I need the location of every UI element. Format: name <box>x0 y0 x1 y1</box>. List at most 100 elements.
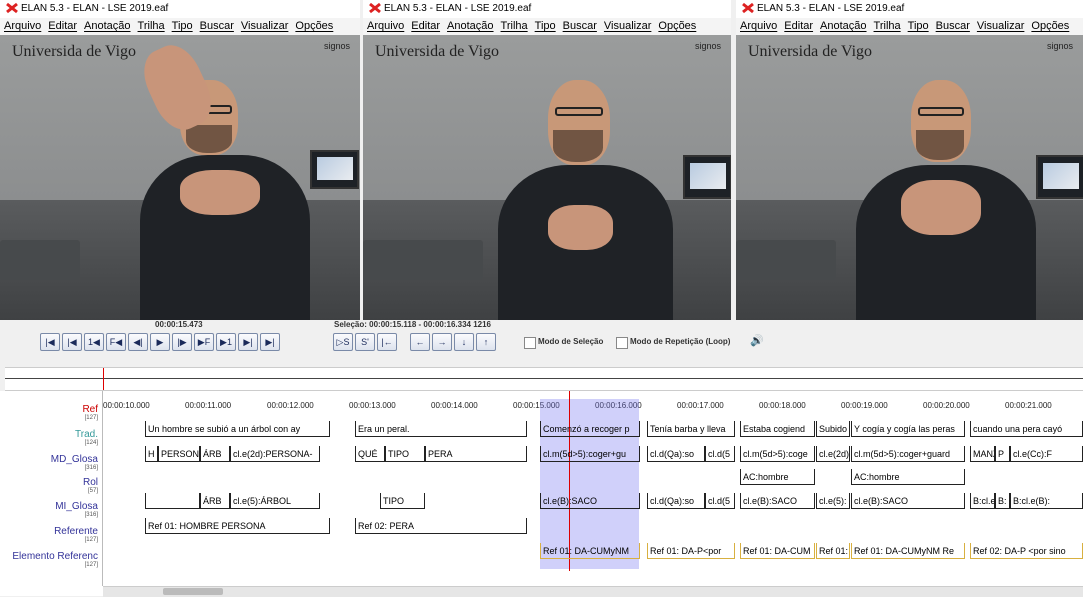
annotation-md[interactable]: cl.d(Qa):so <box>647 446 705 462</box>
transport-button[interactable]: ▶F <box>194 333 214 351</box>
annotation-md[interactable]: cl.e(2d) <box>816 446 850 462</box>
tier-name[interactable]: Ref [127] <box>82 404 98 421</box>
tier-name[interactable]: Trad. [124] <box>75 429 98 446</box>
go-to-selection-button[interactable]: |← <box>377 333 397 351</box>
menu-tipo[interactable]: Tipo <box>535 20 556 32</box>
annotation-mi[interactable]: ÁRB <box>200 493 230 509</box>
menu-trilha[interactable]: Trilha <box>138 20 165 32</box>
menu-buscar[interactable]: Buscar <box>200 20 234 32</box>
transport-button[interactable]: |◀ <box>40 333 60 351</box>
menu-editar[interactable]: Editar <box>411 20 440 32</box>
horizontal-scrollbar[interactable] <box>103 586 1083 597</box>
annotation-md[interactable]: P <box>995 446 1010 462</box>
annotation-md[interactable]: cl.m(5d>5):coger+guard <box>851 446 965 462</box>
annotation-trad[interactable]: Y cogía y cogía las peras <box>851 421 965 437</box>
menu-editar[interactable]: Editar <box>48 20 77 32</box>
annotation-trad[interactable]: Subido <box>816 421 850 437</box>
annotation-md[interactable]: cl.e(Cc):F <box>1010 446 1083 462</box>
annotation-rol[interactable]: AC:hombre <box>851 469 965 485</box>
tier-name[interactable]: MD_Glosa [316] <box>51 454 98 471</box>
transport-button[interactable]: ▶ <box>150 333 170 351</box>
transport-button[interactable]: ▶| <box>260 333 280 351</box>
up-arrow-button[interactable]: ↑ <box>476 333 496 351</box>
menu-buscar[interactable]: Buscar <box>563 20 597 32</box>
annotation-mi[interactable]: cl.d(5 <box>705 493 735 509</box>
annotation-md[interactable]: QUÉ <box>355 446 385 462</box>
annotation-md[interactable]: TIPO <box>385 446 425 462</box>
annotation-trad[interactable]: Era un peral. <box>355 421 527 437</box>
transport-button[interactable]: |◀ <box>62 333 82 351</box>
annotation-mi[interactable] <box>145 493 200 509</box>
annotation-mi[interactable]: cl.e(B):SACO <box>540 493 640 509</box>
play-selection-button[interactable]: ▷S <box>333 333 353 351</box>
tier-name[interactable]: Referente [127] <box>54 526 98 543</box>
menu-arquivo[interactable]: Arquivo <box>4 20 41 32</box>
annotation-trad[interactable]: Tenía barba y lleva <box>647 421 735 437</box>
annotation-elemento[interactable]: Ref 01: DA-CUMyNM <box>540 543 640 559</box>
tier-name[interactable]: Elemento Referenc [127] <box>12 551 98 568</box>
menu-visualizar[interactable]: Visualizar <box>241 20 289 32</box>
transport-button[interactable]: 1◀ <box>84 333 104 351</box>
loop-mode-checkbox[interactable] <box>616 337 628 349</box>
down-arrow-button[interactable]: ↓ <box>454 333 474 351</box>
menu-trilha[interactable]: Trilha <box>501 20 528 32</box>
annotation-mi[interactable]: B:cl.e(B): <box>1010 493 1083 509</box>
transport-button[interactable]: ◀| <box>128 333 148 351</box>
annotation-mi[interactable]: cl.e(5):ÁRBOL <box>230 493 320 509</box>
transport-button[interactable]: ▶1 <box>216 333 236 351</box>
annotation-mi[interactable]: cl.e(B):SACO <box>740 493 815 509</box>
annotation-elemento[interactable]: Ref 01: <box>816 543 850 559</box>
annotation-md[interactable]: H <box>145 446 158 462</box>
menu-opcoes[interactable]: Opções <box>658 20 696 32</box>
volume-icon[interactable]: 🔊 <box>750 334 764 347</box>
transport-button[interactable]: F◀ <box>106 333 126 351</box>
annotation-md[interactable]: ÁRB <box>200 446 230 462</box>
annotation-rol[interactable]: AC:hombre <box>740 469 815 485</box>
annotation-referente[interactable]: Ref 02: PERA <box>355 518 527 534</box>
annotation-mi[interactable]: B: <box>995 493 1010 509</box>
selection-mode-checkbox[interactable] <box>524 337 536 349</box>
right-arrow-button[interactable]: → <box>432 333 452 351</box>
annotation-trad[interactable]: cuando una pera cayó <box>970 421 1083 437</box>
transport-button[interactable]: ▶| <box>238 333 258 351</box>
menu-tipo[interactable]: Tipo <box>172 20 193 32</box>
menu-arquivo[interactable]: Arquivo <box>367 20 404 32</box>
annotation-md[interactable]: PERSON <box>158 446 200 462</box>
annotation-mi[interactable]: cl.e(5): <box>816 493 850 509</box>
menu-anotacao[interactable]: Anotação <box>447 20 493 32</box>
annotation-mi[interactable]: cl.d(Qa):so <box>647 493 705 509</box>
annotation-md[interactable]: PERA <box>425 446 527 462</box>
left-arrow-button[interactable]: ← <box>410 333 430 351</box>
tier-name[interactable]: MI_Glosa [316] <box>55 501 98 518</box>
menu-visualizar[interactable]: Visualizar <box>604 20 652 32</box>
transport-button[interactable]: |▶ <box>172 333 192 351</box>
annotation-md[interactable]: MANZ- <box>970 446 995 462</box>
annotation-elemento[interactable]: Ref 01: DA-CUMyNM Re <box>851 543 965 559</box>
annotation-md[interactable]: cl.e(2d):PERSONA- <box>230 446 320 462</box>
annotation-trad[interactable]: Estaba cogiend <box>740 421 815 437</box>
annotation-md[interactable]: cl.d(5 <box>705 446 735 462</box>
annotation-md[interactable]: cl.m(5d>5):coge <box>740 446 815 462</box>
annotation-md[interactable]: cl.m(5d>5):coger+gu <box>540 446 640 462</box>
selection-start-button[interactable]: S' <box>355 333 375 351</box>
menu-opcoes[interactable]: Opções <box>295 20 333 32</box>
menu-trilha[interactable]: Trilha <box>874 20 901 32</box>
menu-opcoes[interactable]: Opções <box>1031 20 1069 32</box>
menu-visualizar[interactable]: Visualizar <box>977 20 1025 32</box>
annotation-elemento[interactable]: Ref 01: DA-P<por <box>647 543 735 559</box>
menu-anotacao[interactable]: Anotação <box>820 20 866 32</box>
annotation-trad[interactable]: Comenzó a recoger p <box>540 421 640 437</box>
annotation-mi[interactable]: cl.e(B):SACO <box>851 493 965 509</box>
menu-editar[interactable]: Editar <box>784 20 813 32</box>
menu-arquivo[interactable]: Arquivo <box>740 20 777 32</box>
annotation-mi[interactable]: TIPO <box>380 493 425 509</box>
menu-anotacao[interactable]: Anotação <box>84 20 130 32</box>
annotation-elemento[interactable]: Ref 01: DA-CUM <box>740 543 815 559</box>
annotation-mi[interactable]: B:cl.e( <box>970 493 995 509</box>
annotation-trad[interactable]: Un hombre se subió a un árbol con ay <box>145 421 330 437</box>
annotation-referente[interactable]: Ref 01: HOMBRE PERSONA <box>145 518 330 534</box>
menu-tipo[interactable]: Tipo <box>908 20 929 32</box>
annotation-elemento[interactable]: Ref 02: DA-P <por sino <box>970 543 1083 559</box>
tier-name[interactable]: Rol [57] <box>83 477 98 494</box>
menu-buscar[interactable]: Buscar <box>936 20 970 32</box>
